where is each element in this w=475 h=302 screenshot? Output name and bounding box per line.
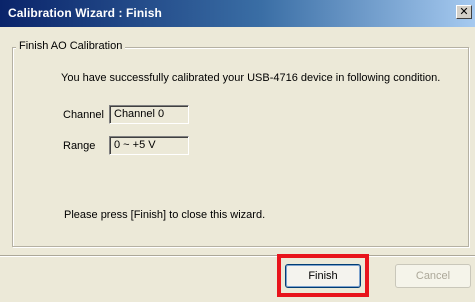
close-button[interactable]: ✕ [456, 5, 472, 19]
range-label: Range [63, 140, 96, 152]
calibration-wizard-window: Calibration Wizard : Finish ✕ Finish AO … [0, 0, 475, 302]
finish-button-highlight [277, 254, 369, 297]
title-bar[interactable]: Calibration Wizard : Finish ✕ [0, 0, 475, 27]
channel-value-field: Channel 0 [109, 105, 189, 124]
button-separator [0, 255, 475, 257]
range-value-field: 0 ~ +5 V [109, 136, 189, 155]
window-title: Calibration Wizard : Finish [8, 6, 162, 20]
close-hint: Please press [Finish] to close this wiza… [64, 209, 266, 221]
channel-label: Channel [63, 109, 104, 121]
success-message: You have successfully calibrated your US… [61, 72, 441, 84]
group-label: Finish AO Calibration [16, 40, 126, 52]
cancel-button[interactable]: Cancel [395, 264, 471, 288]
close-icon: ✕ [459, 5, 469, 18]
